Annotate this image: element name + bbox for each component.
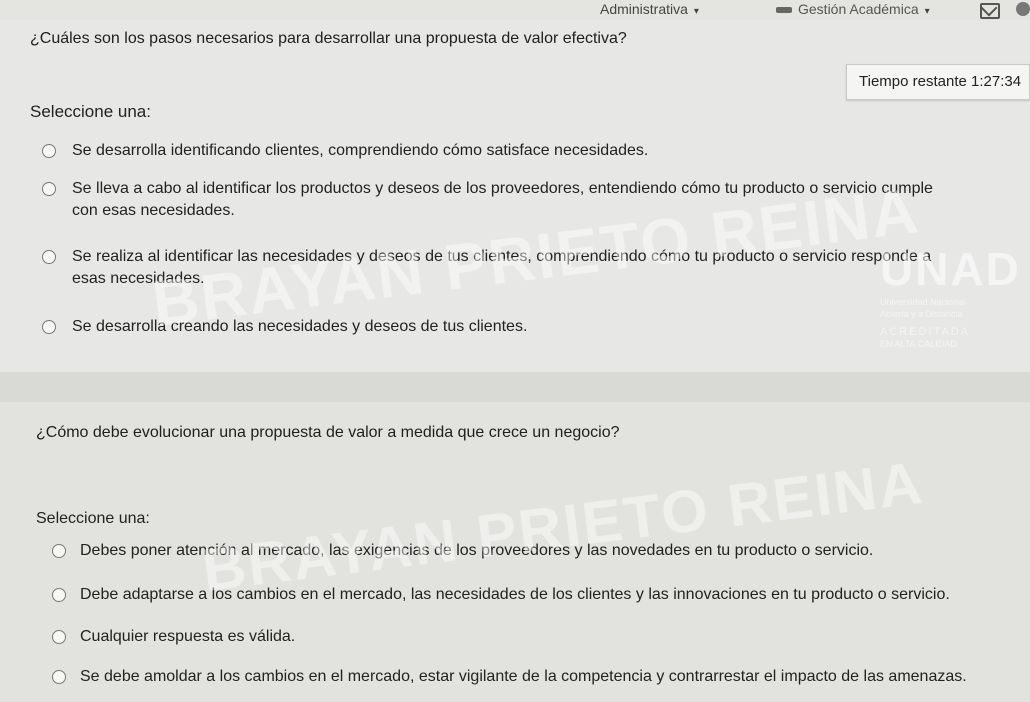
logo-accredited: ACREDITADA: [880, 326, 971, 338]
question-separator: [0, 372, 1030, 402]
question-1-option-4-radio[interactable]: [42, 320, 56, 334]
question-2-option-4-label[interactable]: Se debe amoldar a los cambios en el merc…: [80, 666, 967, 688]
question-1-text: ¿Cuáles son los pasos necesarios para de…: [30, 30, 627, 47]
option-text: Se desarrolla creando las necesidades y …: [72, 318, 528, 335]
user-avatar[interactable]: [1016, 2, 1030, 16]
top-navigation-bar: Administrativa ▾ Gestión Académica ▾: [0, 0, 1030, 20]
watermark-text: BRAYAN PRIETO REINA: [198, 449, 928, 604]
time-remaining-box: Tiempo restante 1:27:34: [846, 64, 1030, 100]
question-2-text: ¿Cómo debe evolucionar una propuesta de …: [36, 424, 620, 441]
mail-icon[interactable]: [980, 3, 1000, 19]
chevron-down-icon: ▾: [924, 6, 930, 17]
logo-line-2: Abierta y a Distancia: [880, 309, 963, 319]
question-2-option-3-radio[interactable]: [52, 630, 66, 644]
option-text: Se lleva a cabo al identificar los produ…: [72, 180, 933, 197]
chevron-down-icon: ▾: [693, 6, 699, 17]
option-text: Debes poner atención al mercado, las exi…: [80, 542, 874, 559]
question-1-option-4-label[interactable]: Se desarrolla creando las necesidades y …: [72, 316, 527, 338]
question-2-option-1-radio[interactable]: [52, 544, 66, 558]
logo-quality: EN ALTA CALIDAD: [880, 339, 957, 349]
option-text-cont: con esas necesidades.: [72, 202, 235, 219]
question-2-prompt: Seleccione una:: [36, 510, 150, 527]
timer-label: Tiempo restante: [859, 73, 967, 90]
logo-line-1: Universidad Nacional: [880, 297, 966, 307]
question-2-option-2-radio[interactable]: [52, 588, 66, 602]
nav-gestion-label: Gestión Académica: [798, 1, 919, 17]
option-text-cont: esas necesidades.: [72, 270, 205, 287]
question-1-option-1-label[interactable]: Se desarrolla identificando clientes, co…: [72, 140, 648, 162]
graduation-cap-icon: [776, 7, 792, 14]
question-1-option-3-radio[interactable]: [42, 250, 56, 264]
option-text: Debe adaptarse a los cambios en el merca…: [80, 586, 950, 603]
question-1-option-1-radio[interactable]: [42, 144, 56, 158]
question-2-option-2-label[interactable]: Debe adaptarse a los cambios en el merca…: [80, 584, 950, 606]
question-1-option-3-label[interactable]: Se realiza al identificar las necesidade…: [72, 246, 1002, 290]
question-2-option-4-radio[interactable]: [52, 670, 66, 684]
nav-administrativa[interactable]: Administrativa ▾: [600, 0, 699, 21]
option-text: Se realiza al identificar las necesidade…: [72, 248, 932, 265]
timer-value: 1:27:34: [971, 73, 1022, 90]
nav-administrativa-label: Administrativa: [600, 1, 688, 17]
question-1-option-2-label[interactable]: Se lleva a cabo al identificar los produ…: [72, 178, 1002, 222]
question-1-option-2-radio[interactable]: [42, 182, 56, 196]
nav-gestion-academica[interactable]: Gestión Académica ▾: [776, 0, 930, 21]
question-1-prompt: Seleccione una:: [30, 102, 151, 121]
question-1-panel: ¿Cuáles son los pasos necesarios para de…: [0, 20, 1030, 372]
option-text: Se desarrolla identificando clientes, co…: [72, 142, 649, 159]
question-2-panel: ¿Cómo debe evolucionar una propuesta de …: [0, 402, 1030, 702]
option-text: Cualquier respuesta es válida.: [80, 628, 296, 645]
question-2-option-1-label[interactable]: Debes poner atención al mercado, las exi…: [80, 540, 873, 562]
option-text: Se debe amoldar a los cambios en el merc…: [80, 668, 967, 685]
question-2-option-3-label[interactable]: Cualquier respuesta es válida.: [80, 626, 295, 648]
